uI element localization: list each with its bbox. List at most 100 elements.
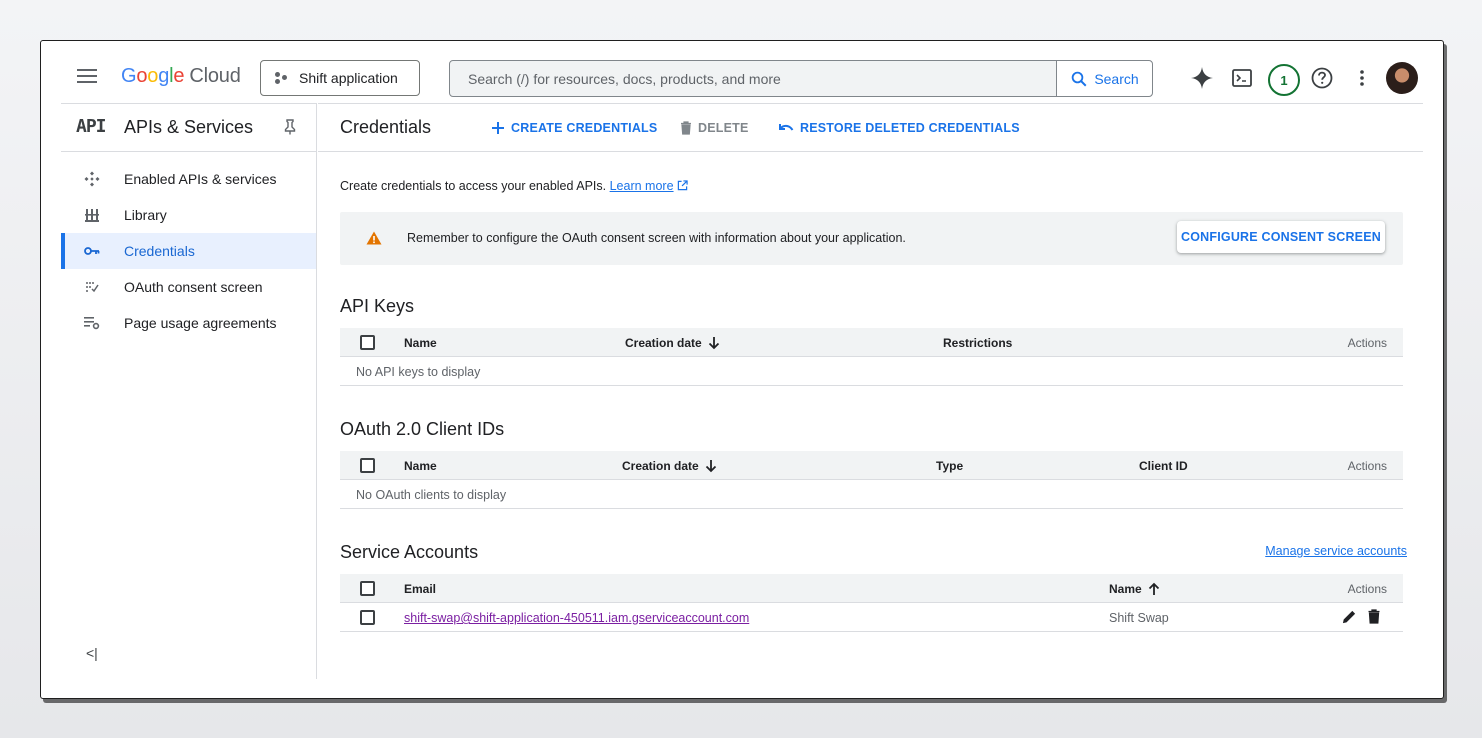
column-header-name[interactable]: Name bbox=[404, 459, 437, 473]
browser-window: GoogleCloud Shift application Search 1 bbox=[40, 40, 1444, 699]
consent-warning-banner: Remember to configure the OAuth consent … bbox=[340, 212, 1403, 265]
warning-icon bbox=[366, 231, 382, 250]
column-header-actions: Actions bbox=[1347, 582, 1387, 596]
learn-more-link[interactable]: Learn more bbox=[610, 179, 674, 193]
logo-letter: e bbox=[173, 65, 185, 87]
empty-message: No API keys to display bbox=[356, 365, 481, 379]
search-icon bbox=[1072, 71, 1087, 86]
column-header-actions: Actions bbox=[1347, 459, 1387, 473]
search-bar: Search bbox=[449, 60, 1153, 97]
service-accounts-heading: Service Accounts bbox=[340, 542, 479, 562]
service-accounts-table: Email Name Actions shift-swap@shift-appl… bbox=[340, 574, 1403, 632]
table-header: Name Creation date Restrictions Actions bbox=[340, 328, 1403, 357]
service-account-name: Shift Swap bbox=[1109, 611, 1169, 625]
warning-message: Remember to configure the OAuth consent … bbox=[407, 231, 906, 245]
project-icon bbox=[275, 71, 289, 85]
help-icon[interactable] bbox=[1309, 65, 1335, 91]
sidebar-item-label: Enabled APIs & services bbox=[124, 171, 277, 187]
collapse-sidebar-button[interactable]: <| bbox=[86, 645, 98, 661]
service-account-email-link[interactable]: shift-swap@shift-application-450511.iam.… bbox=[404, 611, 749, 625]
empty-message: No OAuth clients to display bbox=[356, 488, 507, 502]
gemini-sparkle-icon[interactable] bbox=[1189, 65, 1215, 91]
top-bar: GoogleCloud Shift application Search 1 bbox=[41, 41, 1443, 103]
table-header: Name Creation date Type Client ID Action… bbox=[340, 451, 1403, 480]
search-button[interactable]: Search bbox=[1056, 61, 1152, 96]
logo-letter: g bbox=[158, 65, 170, 87]
logo-letter: o bbox=[136, 65, 148, 87]
empty-row: No OAuth clients to display bbox=[340, 480, 1403, 509]
logo-letter: G bbox=[121, 65, 137, 87]
key-icon bbox=[83, 242, 101, 260]
select-all-checkbox[interactable] bbox=[360, 458, 375, 473]
project-picker-button[interactable]: Shift application bbox=[260, 60, 420, 96]
logo-letter: o bbox=[147, 65, 159, 87]
column-header-creation-date[interactable]: Creation date bbox=[622, 459, 717, 473]
diamond-nodes-icon bbox=[83, 170, 101, 188]
table-header: Email Name Actions bbox=[340, 574, 1403, 603]
manage-service-accounts-link[interactable]: Manage service accounts bbox=[1265, 544, 1407, 558]
sidebar: API APIs & Services Enabled APIs & servi… bbox=[61, 103, 317, 679]
arrow-down-icon bbox=[708, 337, 719, 350]
main-content: Credentials CREATE CREDENTIALS DELETE RE… bbox=[318, 103, 1423, 632]
column-header-client-id: Client ID bbox=[1139, 459, 1188, 473]
arrow-up-icon bbox=[1148, 582, 1159, 595]
library-icon bbox=[83, 206, 101, 224]
delete-trash-icon[interactable] bbox=[1368, 609, 1380, 627]
column-header-creation-date[interactable]: Creation date bbox=[625, 336, 720, 350]
learn-more-label: Learn more bbox=[609, 179, 674, 193]
create-credentials-label: CREATE CREDENTIALS bbox=[511, 121, 658, 135]
user-avatar[interactable] bbox=[1386, 62, 1418, 94]
main-menu-button[interactable] bbox=[77, 69, 97, 83]
sidebar-item-credentials[interactable]: Credentials bbox=[61, 233, 316, 269]
edit-pencil-icon[interactable] bbox=[1342, 609, 1357, 627]
column-header-name[interactable]: Name bbox=[404, 336, 437, 350]
column-header-label: Name bbox=[1109, 582, 1142, 596]
restore-deleted-button[interactable]: RESTORE DELETED CREDENTIALS bbox=[778, 121, 1020, 135]
column-header-label: Creation date bbox=[625, 336, 702, 350]
sidebar-item-label: Library bbox=[124, 207, 167, 223]
sidebar-item-label: Credentials bbox=[124, 243, 195, 259]
search-button-label: Search bbox=[1094, 70, 1139, 87]
notifications-badge[interactable]: 1 bbox=[1268, 64, 1300, 96]
sidebar-item-page-usage[interactable]: Page usage agreements bbox=[61, 305, 316, 341]
column-header-email[interactable]: Email bbox=[404, 582, 436, 596]
column-header-name[interactable]: Name bbox=[1109, 582, 1160, 596]
page-title: Credentials bbox=[340, 117, 432, 137]
intro-text: Create credentials to access your enable… bbox=[340, 179, 688, 193]
more-options-icon[interactable] bbox=[1349, 65, 1375, 91]
restore-deleted-label: RESTORE DELETED CREDENTIALS bbox=[800, 121, 1020, 135]
column-header-label: Creation date bbox=[622, 459, 699, 473]
column-header-restrictions: Restrictions bbox=[943, 336, 1013, 350]
settings-list-icon bbox=[83, 314, 101, 332]
sidebar-item-oauth-consent[interactable]: OAuth consent screen bbox=[61, 269, 316, 305]
logo-cloud-text: Cloud bbox=[189, 65, 241, 87]
empty-row: No API keys to display bbox=[340, 357, 1403, 386]
api-keys-heading: API Keys bbox=[340, 296, 415, 316]
create-credentials-button[interactable]: CREATE CREDENTIALS bbox=[491, 121, 657, 135]
sidebar-item-label: OAuth consent screen bbox=[124, 279, 263, 295]
search-input[interactable] bbox=[450, 61, 1056, 96]
sidebar-item-library[interactable]: Library bbox=[61, 197, 316, 233]
table-row: shift-swap@shift-application-450511.iam.… bbox=[340, 603, 1403, 632]
sidebar-item-label: Page usage agreements bbox=[124, 315, 277, 331]
trash-icon bbox=[681, 121, 691, 135]
delete-button[interactable]: DELETE bbox=[680, 121, 749, 135]
select-all-checkbox[interactable] bbox=[360, 335, 375, 350]
oauth-heading: OAuth 2.0 Client IDs bbox=[340, 419, 505, 439]
sidebar-item-enabled-apis[interactable]: Enabled APIs & services bbox=[61, 161, 316, 197]
google-cloud-logo[interactable]: Google Cloud bbox=[121, 65, 241, 88]
pin-icon[interactable] bbox=[283, 119, 297, 140]
delete-label: DELETE bbox=[698, 121, 749, 135]
row-checkbox[interactable] bbox=[360, 610, 375, 625]
sidebar-header: API APIs & Services bbox=[61, 103, 316, 152]
undo-icon bbox=[779, 124, 794, 131]
cloud-shell-icon[interactable] bbox=[1229, 65, 1255, 91]
column-header-actions: Actions bbox=[1347, 336, 1387, 350]
api-keys-table: Name Creation date Restrictions Actions … bbox=[340, 328, 1403, 386]
configure-consent-screen-button[interactable]: CONFIGURE CONSENT SCREEN bbox=[1177, 221, 1385, 253]
consent-icon bbox=[83, 278, 101, 296]
select-all-checkbox[interactable] bbox=[360, 581, 375, 596]
column-header-type[interactable]: Type bbox=[936, 459, 963, 473]
oauth-clients-table: Name Creation date Type Client ID Action… bbox=[340, 451, 1403, 509]
plus-icon bbox=[492, 122, 504, 134]
